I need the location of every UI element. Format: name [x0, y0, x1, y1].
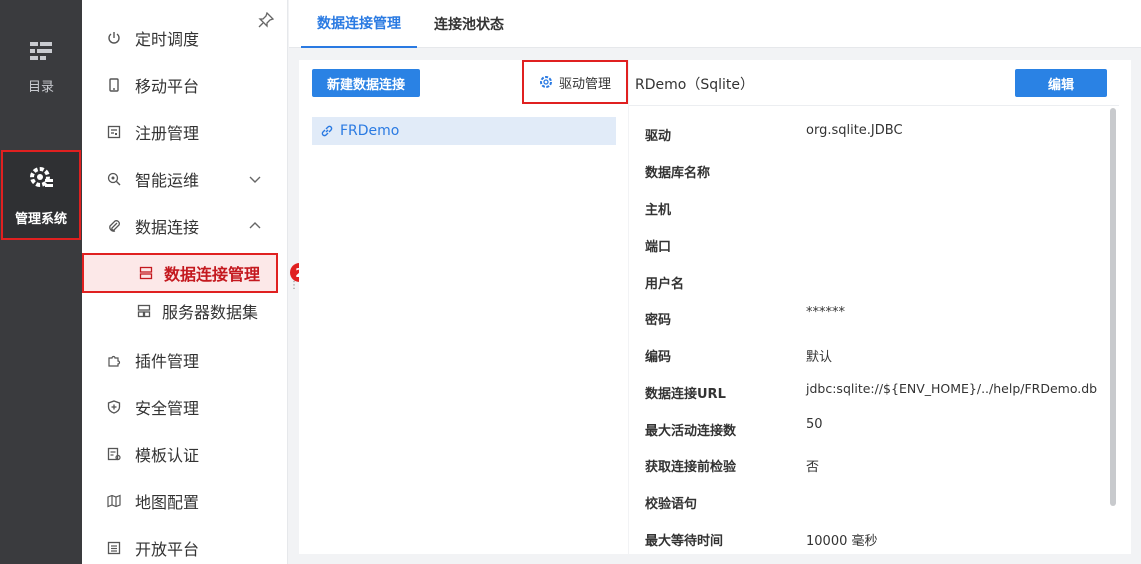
detail-value-encoding: 默认 — [806, 350, 833, 365]
tab-connection-pool-status[interactable]: 连接池状态 — [434, 0, 504, 48]
menu-item-label: 注册管理 — [135, 124, 200, 143]
divider — [629, 105, 1119, 106]
template-icon — [106, 446, 122, 462]
chevron-up-icon — [248, 218, 262, 237]
left-rail: 目录 管理系统 — [0, 0, 82, 564]
side-menu: 定时调度 移动平台 注册管理 智能运维 数据连接 数据连接管理 服务器数据集 插… — [82, 0, 288, 564]
panel-resize-handle[interactable]: ⋮ — [289, 280, 299, 291]
rail-item-toc[interactable]: 目录 — [0, 40, 82, 120]
chevron-down-icon — [248, 171, 262, 190]
menu-item-map-config[interactable]: 地图配置 — [82, 479, 288, 523]
menu-item-plugin-management[interactable]: 插件管理 — [82, 338, 288, 382]
detail-label-password: 密码 — [645, 313, 672, 328]
menu-item-label: 安全管理 — [135, 399, 200, 418]
detail-label-max-active: 最大活动连接数 — [645, 424, 737, 439]
menu-item-template-certification[interactable]: 模板认证 — [82, 432, 288, 476]
driver-management-label: 驱动管理 — [558, 76, 611, 92]
power-icon — [106, 30, 122, 46]
menu-item-label: 模板认证 — [135, 446, 200, 465]
dataset-icon — [136, 303, 152, 319]
detail-label-host: 主机 — [645, 203, 672, 218]
map-icon — [106, 493, 122, 509]
detail-label-validation-query: 校验语句 — [645, 497, 698, 512]
detail-value-password: ****** — [806, 305, 845, 320]
connection-name: FRDemo — [340, 123, 400, 139]
menu-item-label: 插件管理 — [135, 352, 200, 371]
rail-item-management-system[interactable]: 管理系统 — [1, 150, 81, 240]
puzzle-icon — [106, 352, 122, 368]
detail-label-port: 端口 — [645, 240, 672, 255]
datasource-icon — [138, 265, 154, 281]
detail-label-encoding: 编码 — [645, 350, 672, 365]
list-icon — [106, 540, 122, 556]
menu-item-open-platform[interactable]: 开放平台 — [82, 526, 288, 564]
tab-data-connection-management[interactable]: 数据连接管理 — [301, 0, 417, 48]
rail-label-management-system: 管理系统 — [14, 211, 67, 227]
menu-sub-data-connection-management[interactable]: 数据连接管理 — [82, 253, 278, 293]
detail-value-driver: org.sqlite.JDBC — [806, 123, 903, 138]
detail-label-connection-url: 数据连接URL — [645, 387, 726, 402]
detail-label-database-name: 数据库名称 — [645, 166, 711, 181]
paperclip-icon — [106, 218, 122, 234]
menu-item-label: 地图配置 — [135, 493, 200, 512]
register-icon — [106, 124, 122, 140]
detail-label-username: 用户名 — [645, 277, 685, 292]
detail-label-driver: 驱动 — [645, 129, 672, 144]
menu-item-label: 数据连接 — [135, 218, 200, 237]
menu-item-registration[interactable]: 注册管理 — [82, 110, 288, 154]
shield-icon — [106, 399, 122, 415]
menu-item-mobile-platform[interactable]: 移动平台 — [82, 63, 288, 107]
menu-item-label: 定时调度 — [135, 30, 200, 49]
menu-item-security-management[interactable]: 安全管理 — [82, 385, 288, 429]
detail-value-test-before-borrow: 否 — [806, 460, 820, 475]
tab-bar: 数据连接管理 连接池状态 — [289, 0, 1141, 48]
detail-value-connection-url: jdbc:sqlite://${ENV_HOME}/../help/FRDemo… — [806, 381, 1098, 396]
menu-item-label: 开放平台 — [135, 540, 200, 559]
ops-icon — [106, 171, 122, 187]
detail-scrollbar[interactable] — [1110, 108, 1116, 506]
detail-label-max-wait: 最大等待时间 — [645, 534, 724, 549]
menu-item-smart-ops[interactable]: 智能运维 — [82, 157, 288, 201]
menu-item-scheduling[interactable]: 定时调度 — [82, 16, 288, 60]
link-icon — [320, 124, 334, 138]
driver-management-button[interactable]: 驱动管理 — [522, 60, 628, 104]
detail-value-max-active: 50 — [806, 417, 823, 432]
settings-icon — [539, 75, 553, 89]
detail-label-test-before-borrow: 获取连接前检验 — [645, 460, 737, 475]
menu-item-data-connection[interactable]: 数据连接 — [82, 204, 288, 248]
catalog-icon — [28, 40, 54, 66]
menu-sub-server-dataset[interactable]: 服务器数据集 — [82, 291, 288, 331]
menu-sub-label: 数据连接管理 — [164, 265, 261, 284]
rail-label-toc: 目录 — [27, 80, 54, 95]
menu-item-label: 移动平台 — [135, 77, 200, 96]
menu-item-label: 智能运维 — [135, 171, 200, 190]
new-connection-button[interactable]: 新建数据连接 — [312, 69, 420, 97]
mobile-icon — [106, 77, 122, 93]
connection-detail-title: RDemo（Sqlite） — [635, 77, 754, 93]
edit-button[interactable]: 编辑 — [1015, 69, 1107, 97]
gear-icon — [28, 164, 54, 194]
detail-value-max-wait: 10000 毫秒 — [806, 534, 878, 549]
menu-sub-label: 服务器数据集 — [162, 303, 259, 322]
connection-list-item[interactable]: FRDemo — [312, 117, 616, 145]
